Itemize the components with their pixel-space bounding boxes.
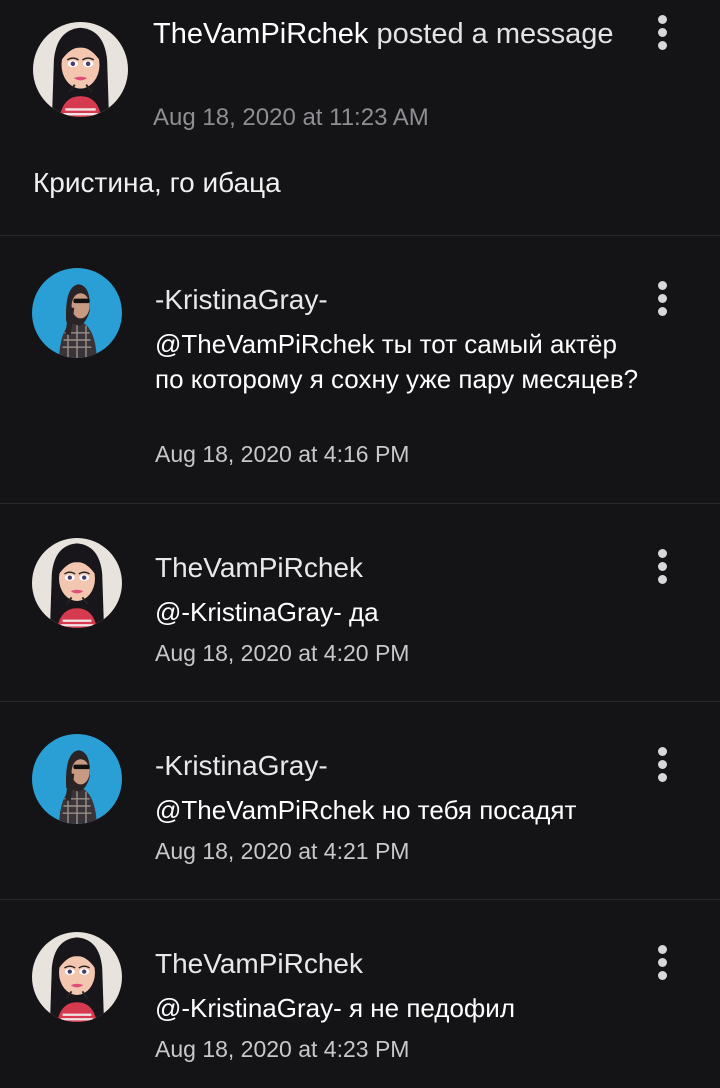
comment-item: -KristinaGray- @TheVamPiRchek ты тот сам… [0, 236, 720, 504]
doll-avatar-icon [33, 22, 128, 117]
comment-text: @-KristinaGray- я не педофил [155, 993, 516, 1023]
avatar[interactable] [32, 538, 122, 628]
post-author[interactable]: TheVamPiRchek [153, 18, 368, 50]
comment-text: @TheVamPiRchek но тебя посадят [155, 795, 577, 825]
more-vertical-icon[interactable] [648, 12, 678, 56]
original-post: TheVamPiRchek posted a message Aug 18, 2… [0, 0, 720, 236]
post-body: Кристина, го ибаца [33, 167, 281, 198]
doll-avatar-icon [32, 538, 122, 628]
doll-avatar-icon [32, 932, 122, 1022]
comment-timestamp: Aug 18, 2020 at 4:23 PM [155, 1036, 410, 1062]
more-vertical-icon[interactable] [648, 942, 678, 986]
comment-timestamp: Aug 18, 2020 at 4:20 PM [155, 640, 410, 666]
comment-item: TheVamPiRchek @-KristinaGray- да Aug 18,… [0, 504, 720, 702]
more-vertical-icon[interactable] [648, 744, 678, 788]
comment-item: TheVamPiRchek @-KristinaGray- я не педоф… [0, 900, 720, 1088]
comment-timestamp: Aug 18, 2020 at 4:16 PM [155, 441, 410, 467]
post-timestamp: Aug 18, 2020 at 11:23 AM [153, 104, 429, 131]
girl-avatar-icon [32, 268, 122, 358]
comment-item: -KristinaGray- @TheVamPiRchek но тебя по… [0, 702, 720, 900]
more-vertical-icon[interactable] [648, 546, 678, 590]
post-header: TheVamPiRchek posted a message [153, 16, 623, 53]
post-verb: posted a message [376, 18, 614, 50]
avatar[interactable] [32, 268, 122, 358]
comment-text: @TheVamPiRchek ты тот самый актёр по кот… [155, 329, 639, 394]
comment-author[interactable]: -KristinaGray- [155, 750, 328, 782]
avatar[interactable] [32, 734, 122, 824]
comment-author[interactable]: TheVamPiRchek [155, 948, 363, 980]
avatar[interactable] [33, 22, 128, 117]
comment-author[interactable]: -KristinaGray- [155, 284, 328, 316]
girl-avatar-icon [32, 734, 122, 824]
comment-author[interactable]: TheVamPiRchek [155, 552, 363, 584]
avatar[interactable] [32, 932, 122, 1022]
comment-text: @-KristinaGray- да [155, 597, 379, 627]
comment-timestamp: Aug 18, 2020 at 4:21 PM [155, 838, 410, 864]
more-vertical-icon[interactable] [648, 278, 678, 322]
